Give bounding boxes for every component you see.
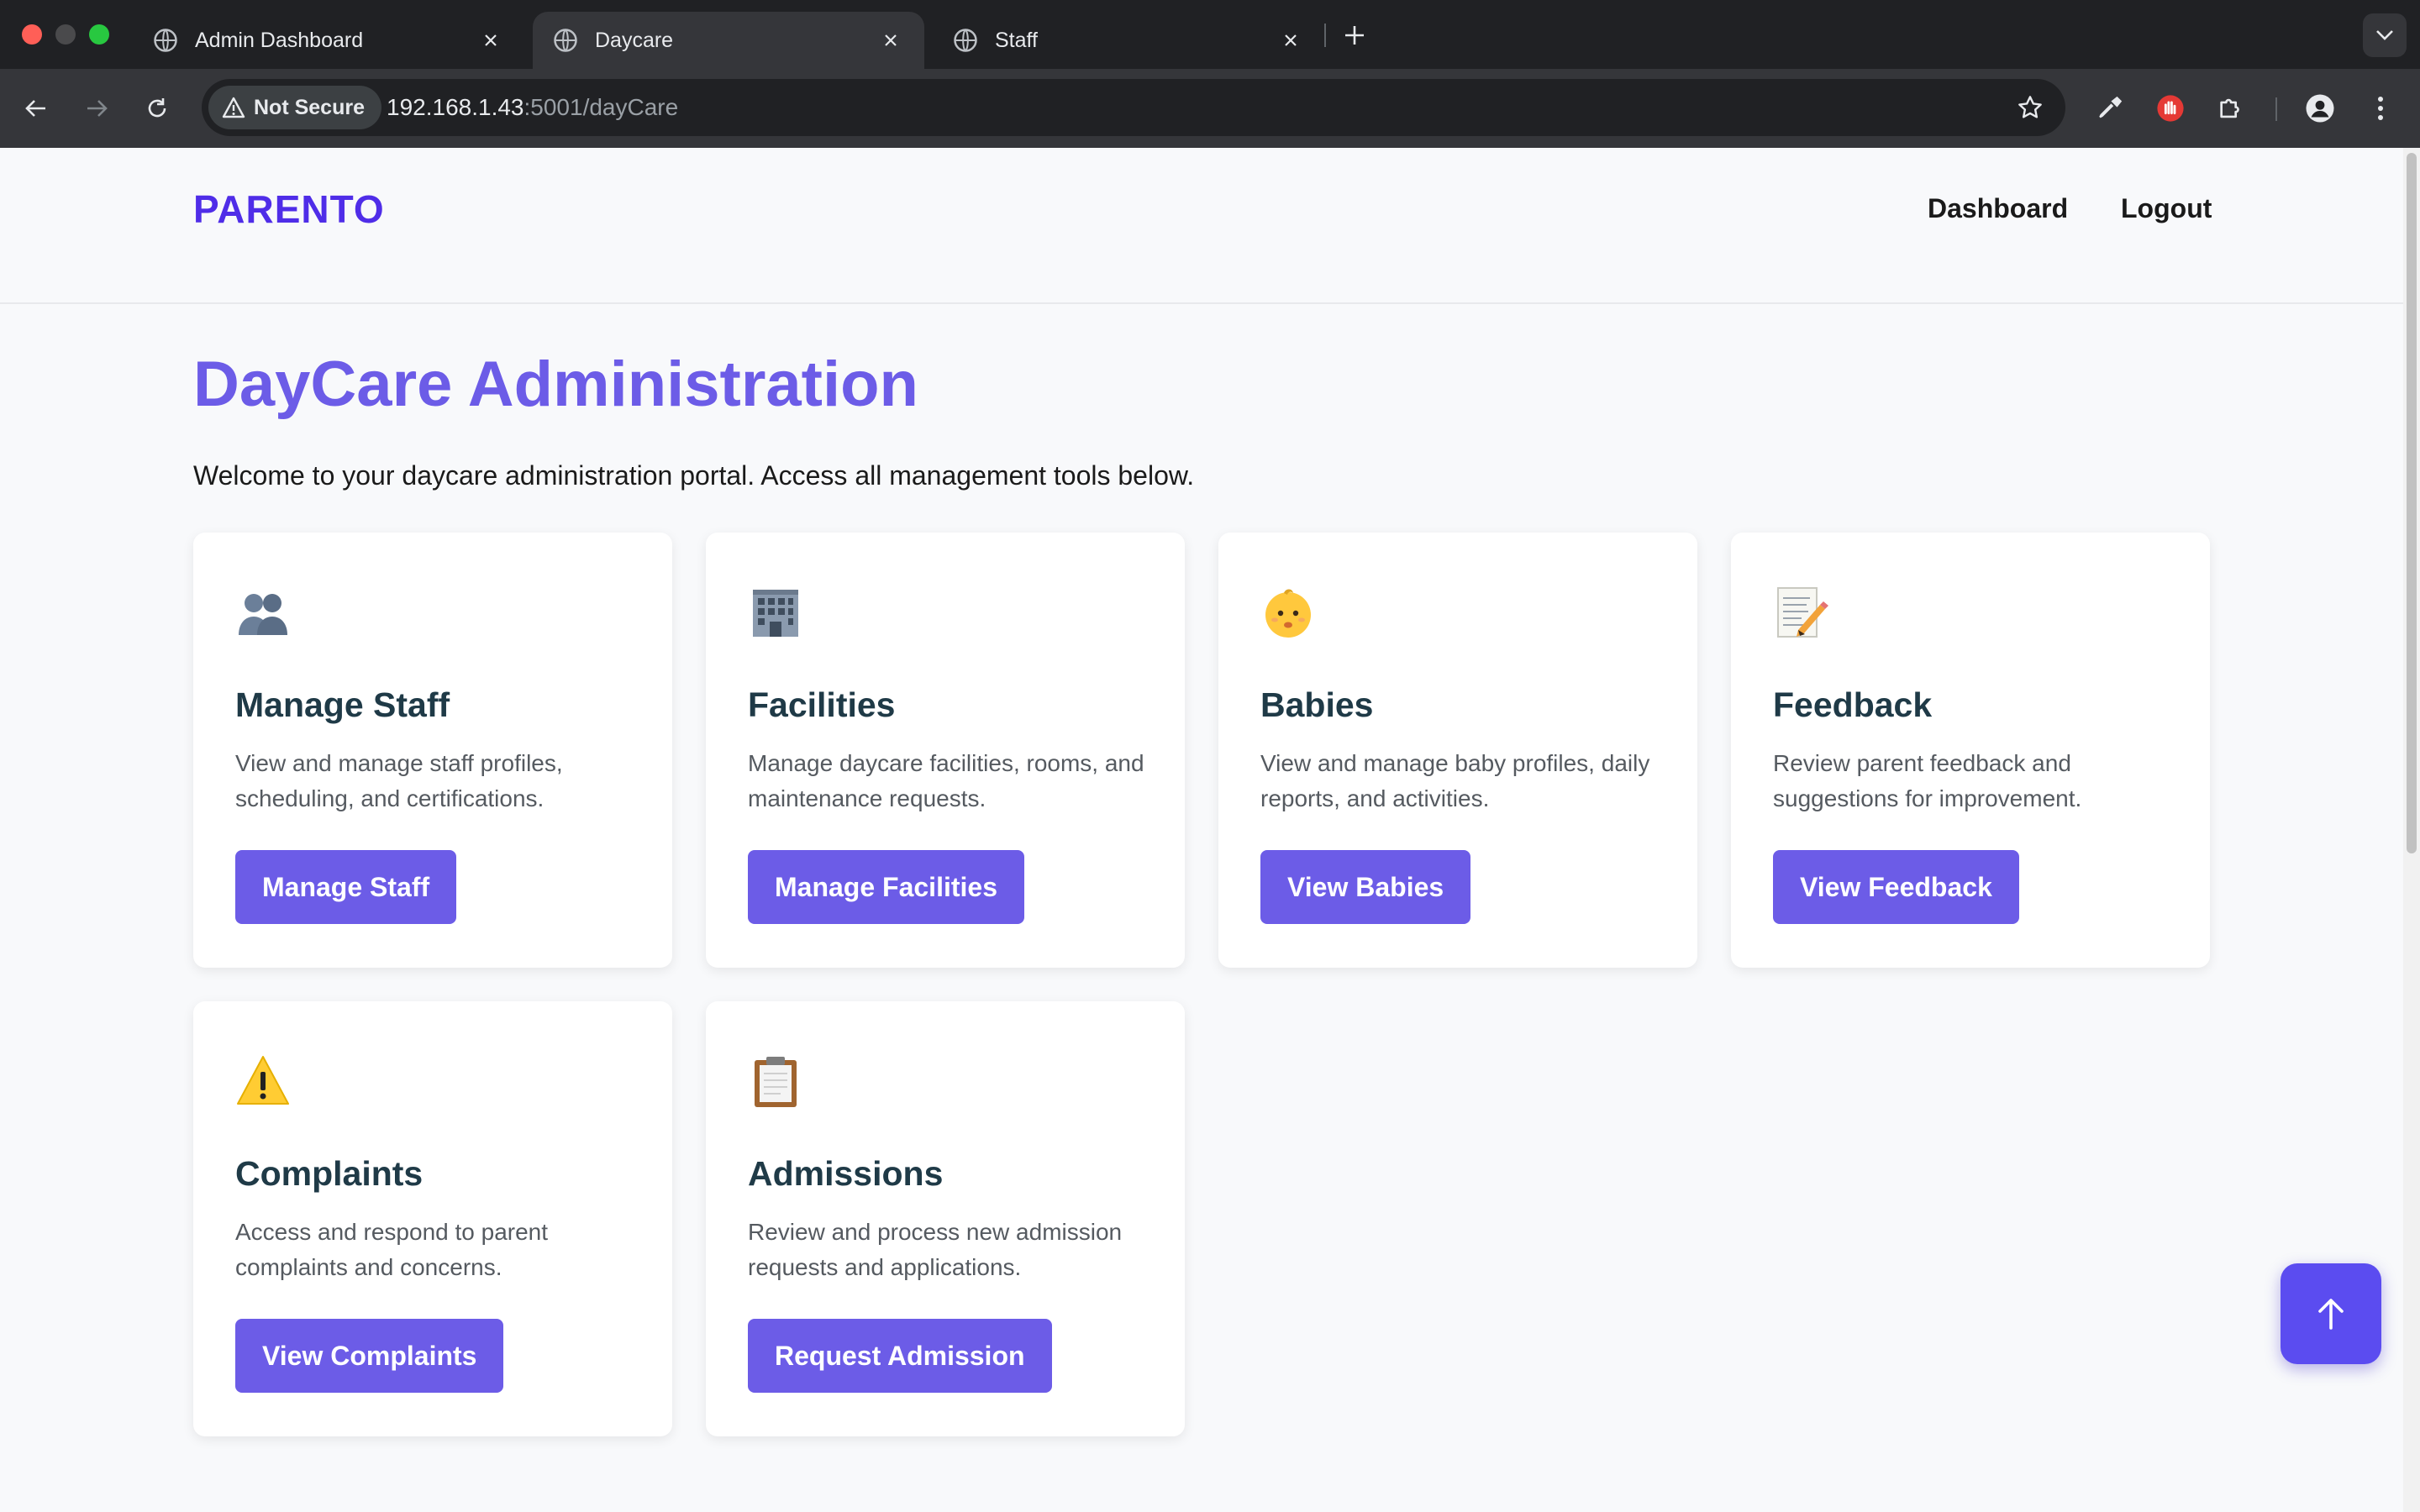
- office-building-icon: [753, 590, 798, 637]
- page-title: DayCare Administration: [193, 349, 918, 420]
- minimize-window-button[interactable]: [55, 24, 76, 45]
- back-button[interactable]: [17, 89, 55, 128]
- page-scrollbar[interactable]: [2403, 148, 2420, 1512]
- puzzle-piece-icon: [2220, 98, 2239, 118]
- people-icon: [239, 594, 287, 635]
- globe-icon: [554, 29, 577, 52]
- extensions-button[interactable]: [2212, 89, 2250, 128]
- warning-triangle-icon: [222, 97, 245, 118]
- bookmark-star-button[interactable]: [2013, 91, 2047, 124]
- card-description: View and manage staff profiles, scheduli…: [235, 750, 563, 811]
- address-bar[interactable]: Not Secure 192.168.1.43:5001/dayCare: [202, 79, 2065, 136]
- card-feedback: Feedback Review parent feedback and sugg…: [1731, 533, 2210, 968]
- close-tab-icon[interactable]: [877, 27, 904, 54]
- page-viewport: PARENTO Dashboard Logout DayCare Adminis…: [0, 148, 2403, 1512]
- card-description: Manage daycare facilities, rooms, and ma…: [748, 750, 1144, 811]
- url-path: :5001/dayCare: [523, 94, 679, 120]
- warning-icon: [237, 1056, 289, 1105]
- clipboard-icon: [755, 1057, 797, 1107]
- avatar-icon: [2306, 94, 2334, 123]
- profile-button[interactable]: [2301, 89, 2339, 128]
- tab-daycare[interactable]: Daycare: [533, 12, 924, 69]
- manage-staff-button[interactable]: Manage Staff: [235, 850, 457, 924]
- view-complaints-button[interactable]: View Complaints: [235, 1319, 504, 1393]
- new-tab-button[interactable]: [1338, 18, 1371, 52]
- card-title: Babies: [1260, 685, 1374, 724]
- card-complaints: Complaints Access and respond to parent …: [193, 1001, 672, 1436]
- browser-toolbar: Not Secure 192.168.1.43:5001/dayCare: [0, 69, 2420, 148]
- stop-hand-icon: [2157, 95, 2184, 122]
- tab-title: Daycare: [595, 28, 674, 52]
- intro-text: Welcome to your daycare administration p…: [193, 460, 1195, 491]
- card-description: Access and respond to parent complaints …: [235, 1219, 549, 1280]
- card-title: Complaints: [235, 1154, 424, 1193]
- toolbar-divider: [2275, 97, 2277, 121]
- card-description: Review and process new admission request…: [748, 1219, 1123, 1280]
- brand-logo[interactable]: PARENTO: [193, 186, 385, 232]
- tab-admin-dashboard[interactable]: Admin Dashboard: [133, 12, 524, 69]
- card-facilities: Facilities Manage daycare facilities, ro…: [706, 533, 1185, 968]
- adblock-extension-button[interactable]: [2151, 89, 2190, 128]
- eyedropper-extension-button[interactable]: [2091, 89, 2129, 128]
- manage-facilities-button[interactable]: Manage Facilities: [748, 850, 1024, 924]
- globe-icon: [954, 29, 977, 52]
- tab-search-button[interactable]: [2363, 13, 2407, 57]
- card-admissions: Admissions Review and process new admiss…: [706, 1001, 1185, 1436]
- scrollbar-thumb[interactable]: [2407, 153, 2417, 853]
- star-icon: [2018, 96, 2042, 118]
- tab-separator: [1324, 24, 1326, 47]
- reload-button[interactable]: [138, 89, 176, 128]
- more-vertical-icon: [2378, 97, 2383, 120]
- browser-tab-strip: Admin Dashboard Daycare Staff: [0, 0, 2420, 69]
- close-window-button[interactable]: [22, 24, 42, 45]
- tab-title: Staff: [995, 28, 1038, 52]
- security-label: Not Secure: [254, 95, 365, 119]
- view-feedback-button[interactable]: View Feedback: [1773, 850, 2019, 924]
- card-manage-staff: Manage Staff View and manage staff profi…: [193, 533, 672, 968]
- globe-icon: [154, 29, 177, 52]
- tab-staff[interactable]: Staff: [933, 12, 1324, 69]
- close-tab-icon[interactable]: [477, 27, 504, 54]
- url-text[interactable]: 192.168.1.43:5001/dayCare: [387, 79, 678, 136]
- card-title: Feedback: [1773, 685, 1933, 724]
- scroll-to-top-button[interactable]: [2281, 1263, 2381, 1364]
- plus-icon: [1345, 26, 1364, 45]
- baby-icon: [1265, 589, 1311, 638]
- site-header: PARENTO Dashboard Logout: [0, 148, 2403, 304]
- tab-title: Admin Dashboard: [195, 28, 364, 52]
- browser-menu-button[interactable]: [2361, 89, 2400, 128]
- forward-arrow-icon: [87, 100, 108, 117]
- nav-logout-link[interactable]: Logout: [2121, 193, 2212, 224]
- memo-icon: [1777, 587, 1828, 638]
- request-admission-button[interactable]: Request Admission: [748, 1319, 1052, 1393]
- card-title: Admissions: [748, 1154, 944, 1193]
- card-title: Facilities: [748, 685, 896, 724]
- chevron-down-icon: [2376, 30, 2393, 40]
- url-host: 192.168.1.43: [387, 94, 524, 120]
- close-tab-icon[interactable]: [1277, 27, 1304, 54]
- nav-dashboard-link[interactable]: Dashboard: [1928, 193, 2068, 224]
- reload-icon: [148, 98, 166, 118]
- back-arrow-icon: [25, 100, 45, 117]
- security-chip[interactable]: Not Secure: [208, 86, 381, 129]
- card-description: View and manage baby profiles, daily rep…: [1260, 750, 1650, 811]
- card-description: Review parent feedback and suggestions f…: [1773, 750, 2082, 811]
- view-babies-button[interactable]: View Babies: [1260, 850, 1471, 924]
- maximize-window-button[interactable]: [89, 24, 109, 45]
- arrow-up-icon: [2318, 1299, 2344, 1330]
- card-title: Manage Staff: [235, 685, 450, 724]
- eyedropper-icon: [2099, 96, 2123, 118]
- forward-button[interactable]: [77, 89, 116, 128]
- card-babies: Babies View and manage baby profiles, da…: [1218, 533, 1697, 968]
